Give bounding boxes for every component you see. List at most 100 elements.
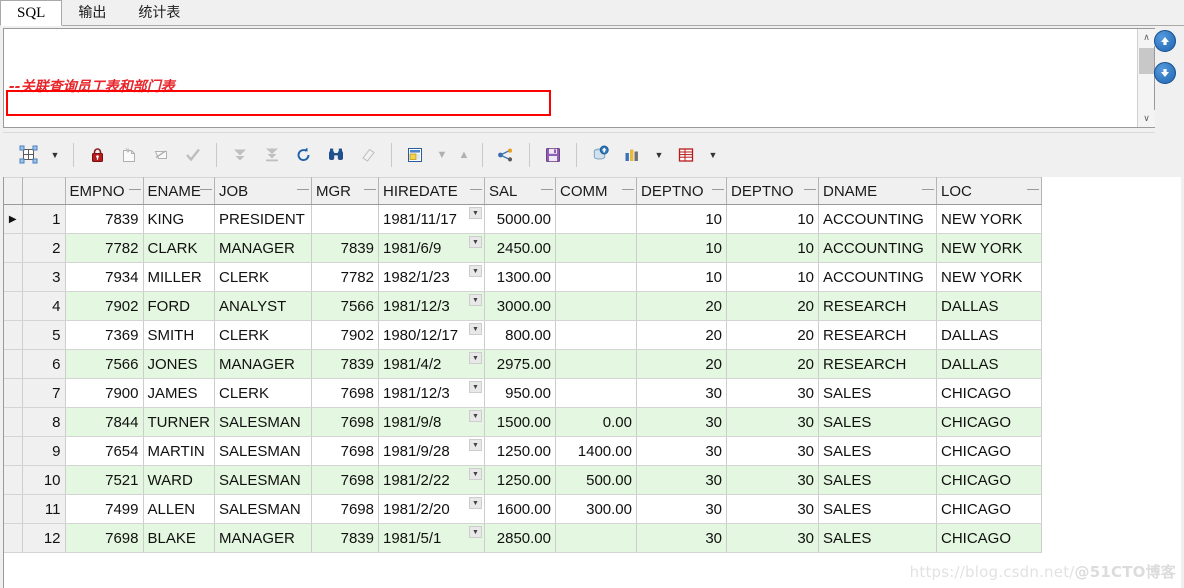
cell-sal[interactable]: 1250.00 xyxy=(484,465,556,495)
cell-mgr[interactable]: 7698 xyxy=(311,465,379,495)
cell-empno[interactable]: 7782 xyxy=(65,233,144,263)
cell-empno[interactable]: 7369 xyxy=(65,320,144,350)
cell-deptno2[interactable]: 20 xyxy=(726,291,819,321)
cell-mgr[interactable]: 7839 xyxy=(311,349,379,379)
cell-comm[interactable] xyxy=(555,204,637,234)
chart-button[interactable] xyxy=(617,140,647,170)
table-row[interactable]: 3 7934 MILLER CLERK 7782 1982/1/23 ▼ 1300.00 10 1… xyxy=(4,262,1042,292)
row-number[interactable]: 2 xyxy=(22,233,66,263)
row-number[interactable]: 3 xyxy=(22,262,66,292)
cell-dname[interactable]: RESEARCH xyxy=(818,291,937,321)
cell-deptno2[interactable]: 10 xyxy=(726,204,819,234)
lock-record-button[interactable] xyxy=(82,140,112,170)
cell-loc[interactable]: CHICAGO xyxy=(936,465,1042,495)
cell-job[interactable]: SALESMAN xyxy=(214,407,312,437)
cell-ename[interactable]: BLAKE xyxy=(143,523,215,553)
cell-comm[interactable] xyxy=(555,349,637,379)
cell-deptno1[interactable]: 30 xyxy=(636,465,727,495)
cell-empno[interactable]: 7654 xyxy=(65,436,144,466)
tab-output[interactable]: 输出 xyxy=(62,0,123,25)
column-resize-grip[interactable] xyxy=(622,189,634,190)
row-current-marker[interactable] xyxy=(4,262,23,292)
cell-loc[interactable]: NEW YORK xyxy=(936,262,1042,292)
cell-loc[interactable]: DALLAS xyxy=(936,320,1042,350)
cell-hiredate[interactable]: 1981/4/2 ▼ xyxy=(378,349,485,379)
table-row[interactable]: 8 7844 TURNER SALESMAN 7698 1981/9/8 ▼ 1500.00 0… xyxy=(4,407,1042,437)
date-picker-button[interactable]: ▼ xyxy=(469,294,482,306)
cell-ename[interactable]: ALLEN xyxy=(143,494,215,524)
cell-empno[interactable]: 7521 xyxy=(65,465,144,495)
cell-ename[interactable]: JONES xyxy=(143,349,215,379)
cell-job[interactable]: CLERK xyxy=(214,378,312,408)
cell-dname[interactable]: SALES xyxy=(818,407,937,437)
date-picker-button[interactable]: ▼ xyxy=(469,468,482,480)
date-picker-button[interactable]: ▼ xyxy=(469,323,482,335)
table-button[interactable] xyxy=(671,140,701,170)
cell-ename[interactable]: MARTIN xyxy=(143,436,215,466)
cell-deptno1[interactable]: 30 xyxy=(636,523,727,553)
cell-job[interactable]: CLERK xyxy=(214,320,312,350)
cell-sal[interactable]: 1600.00 xyxy=(484,494,556,524)
row-number[interactable]: 8 xyxy=(22,407,66,437)
cell-empno[interactable]: 7900 xyxy=(65,378,144,408)
cell-empno[interactable]: 7844 xyxy=(65,407,144,437)
row-current-marker[interactable] xyxy=(4,436,23,466)
column-header-sal[interactable]: SAL xyxy=(484,177,556,205)
date-picker-button[interactable]: ▼ xyxy=(469,265,482,277)
cell-ename[interactable]: MILLER xyxy=(143,262,215,292)
row-number[interactable]: 1 xyxy=(22,204,66,234)
cell-sal[interactable]: 1300.00 xyxy=(484,262,556,292)
column-resize-grip[interactable] xyxy=(804,189,816,190)
save-button[interactable] xyxy=(538,140,568,170)
cell-hiredate[interactable]: 1982/1/23 ▼ xyxy=(378,262,485,292)
scroll-down-button[interactable] xyxy=(1154,62,1176,84)
column-header-deptno-emp[interactable]: DEPTNO xyxy=(636,177,727,205)
cell-hiredate[interactable]: 1980/12/17 ▼ xyxy=(378,320,485,350)
table-row[interactable]: 2 7782 CLARK MANAGER 7839 1981/6/9 ▼ 2450.00 10 1… xyxy=(4,233,1042,263)
cell-deptno2[interactable]: 10 xyxy=(726,262,819,292)
date-picker-button[interactable]: ▼ xyxy=(469,381,482,393)
cell-comm[interactable] xyxy=(555,291,637,321)
cell-deptno2[interactable]: 30 xyxy=(726,465,819,495)
cell-loc[interactable]: CHICAGO xyxy=(936,407,1042,437)
cell-job[interactable]: MANAGER xyxy=(214,233,312,263)
cell-deptno1[interactable]: 30 xyxy=(636,436,727,466)
refresh-button[interactable] xyxy=(289,140,319,170)
cell-job[interactable]: ANALYST xyxy=(214,291,312,321)
cell-sal[interactable]: 5000.00 xyxy=(484,204,556,234)
cell-empno[interactable]: 7902 xyxy=(65,291,144,321)
cell-loc[interactable]: NEW YORK xyxy=(936,233,1042,263)
cell-deptno1[interactable]: 10 xyxy=(636,233,727,263)
column-resize-grip[interactable] xyxy=(364,189,376,190)
cell-job[interactable]: SALESMAN xyxy=(214,465,312,495)
cell-deptno1[interactable]: 20 xyxy=(636,320,727,350)
table-row[interactable]: 6 7566 JONES MANAGER 7839 1981/4/2 ▼ 2975.00 20 2… xyxy=(4,349,1042,379)
column-header-comm[interactable]: COMM xyxy=(555,177,637,205)
cell-sal[interactable]: 2975.00 xyxy=(484,349,556,379)
tab-statistics[interactable]: 统计表 xyxy=(122,0,197,25)
cell-deptno2[interactable]: 30 xyxy=(726,523,819,553)
cell-deptno1[interactable]: 20 xyxy=(636,291,727,321)
column-header-dname[interactable]: DNAME xyxy=(818,177,937,205)
column-resize-grip[interactable] xyxy=(128,189,141,190)
date-picker-button[interactable]: ▼ xyxy=(469,236,482,248)
column-header-ename[interactable]: ENAME xyxy=(143,177,215,205)
cell-deptno2[interactable]: 20 xyxy=(726,320,819,350)
cell-comm[interactable] xyxy=(555,523,637,553)
column-resize-grip[interactable] xyxy=(297,189,309,190)
export-data-button[interactable] xyxy=(585,140,615,170)
cell-mgr[interactable]: 7839 xyxy=(311,233,379,263)
column-header-hiredate[interactable]: HIREDATE xyxy=(378,177,485,205)
cell-ename[interactable]: SMITH xyxy=(143,320,215,350)
cell-mgr[interactable]: 7839 xyxy=(311,523,379,553)
cell-dname[interactable]: SALES xyxy=(818,378,937,408)
table-dropdown[interactable]: ▼ xyxy=(703,140,723,170)
cell-dname[interactable]: ACCOUNTING xyxy=(818,262,937,292)
cell-comm[interactable]: 500.00 xyxy=(555,465,637,495)
row-current-marker[interactable] xyxy=(4,494,23,524)
cell-job[interactable]: SALESMAN xyxy=(214,436,312,466)
cell-deptno1[interactable]: 30 xyxy=(636,378,727,408)
cell-loc[interactable]: DALLAS xyxy=(936,291,1042,321)
tab-sql[interactable]: SQL xyxy=(0,0,63,26)
cell-dname[interactable]: RESEARCH xyxy=(818,320,937,350)
